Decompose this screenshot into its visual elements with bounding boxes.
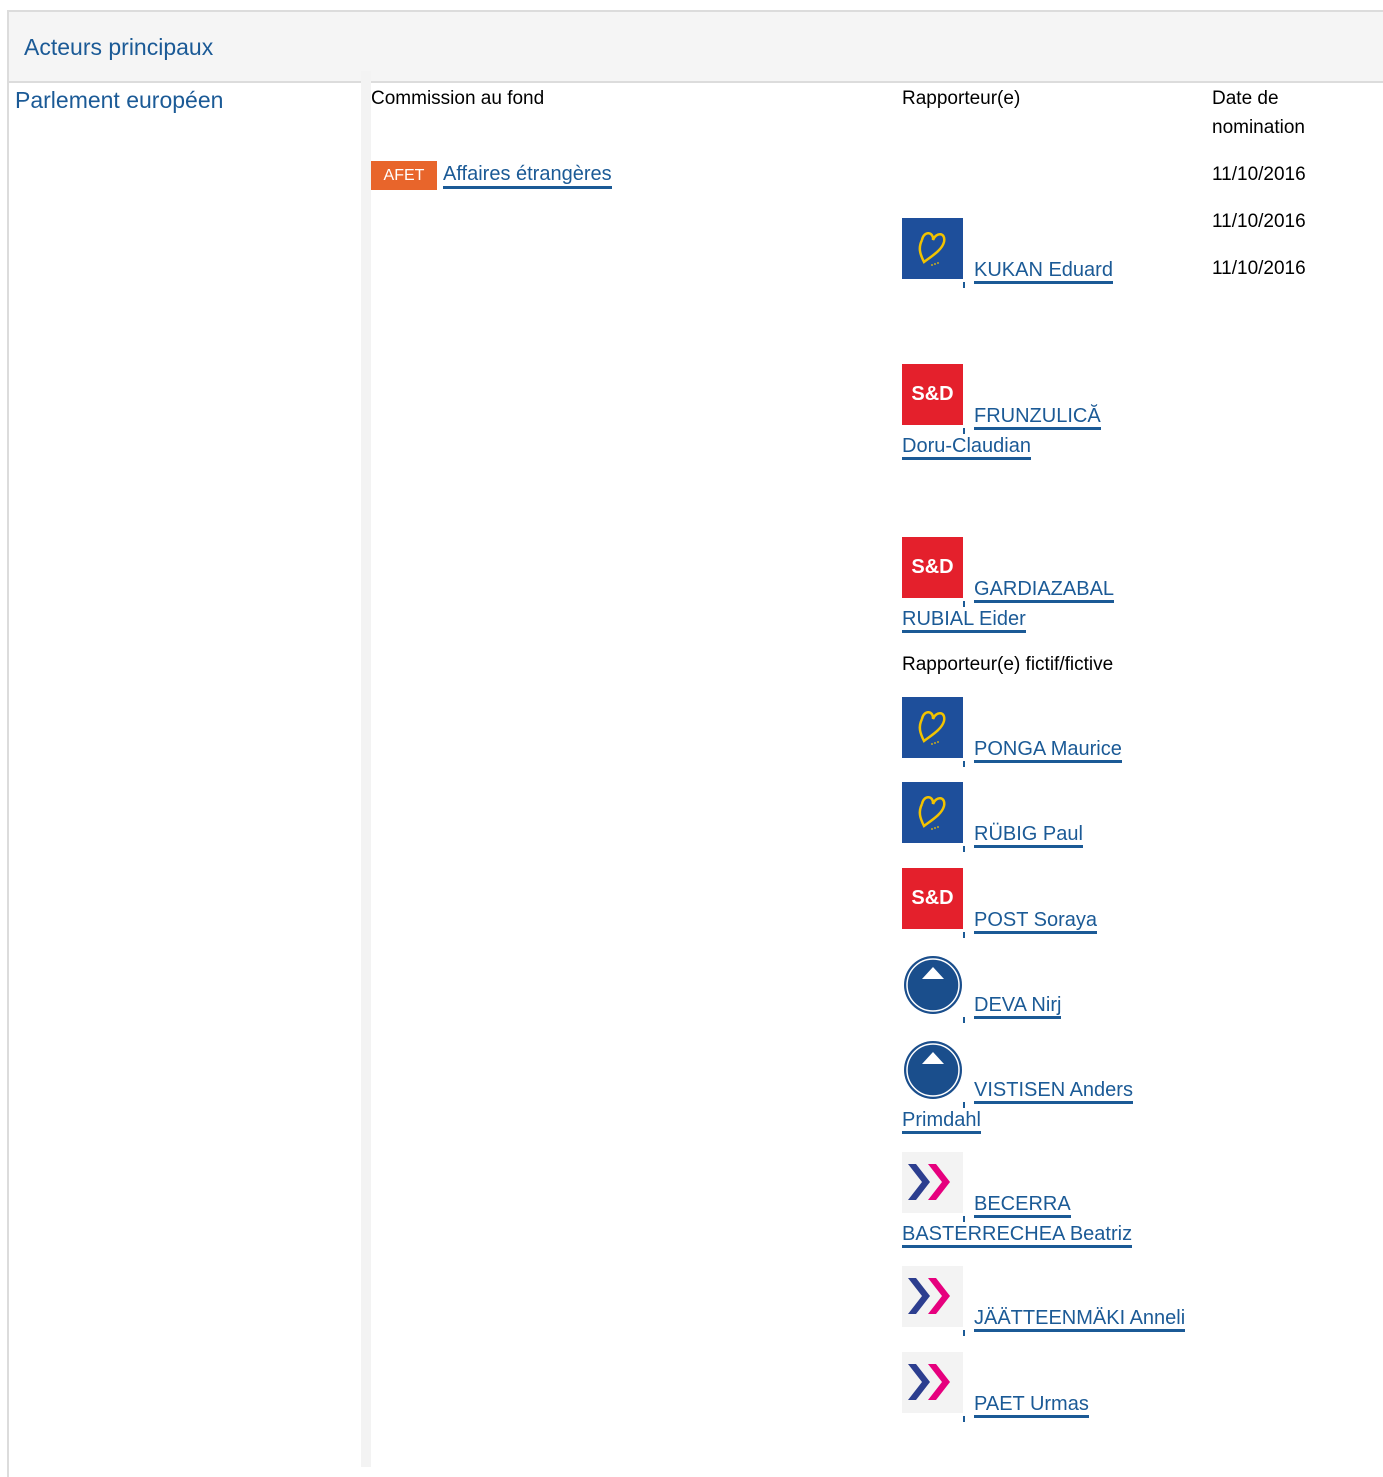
ecr-group-logo-icon	[902, 1038, 963, 1099]
epp-group-logo-icon	[902, 782, 963, 843]
member-name-line1[interactable]: BECERRA	[974, 1193, 1071, 1218]
member-name-link[interactable]: FRUNZULICĂ	[974, 401, 1101, 431]
shadow-rapporteur-5[interactable]: BECERRA BASTERRECHEA Beatriz	[902, 1152, 1212, 1248]
link-marker	[963, 1416, 965, 1422]
ecr-group-logo-icon	[902, 953, 963, 1014]
renew-group-logo-icon	[902, 1266, 963, 1327]
member-name-line1[interactable]: VISTISEN Anders	[974, 1079, 1133, 1104]
shadow-rapporteur-0[interactable]: PONGA Maurice	[902, 697, 1212, 787]
shadow-rapporteur-6[interactable]: JÄÄTTEENMÄKI Anneli	[902, 1266, 1212, 1356]
link-marker	[963, 932, 965, 938]
member-name-link[interactable]: POST Soraya	[974, 905, 1098, 935]
member-name-link[interactable]: DEVA Nirj	[974, 990, 1062, 1020]
epp-group-logo-icon	[902, 697, 963, 758]
shadow-rapporteur-header: Rapporteur(e) fictif/fictive	[902, 654, 1114, 675]
epp-group-logo-icon	[902, 218, 963, 279]
member-name-line1[interactable]: DEVA Nirj	[974, 994, 1062, 1019]
committee-name[interactable]: Affaires étrangères	[443, 163, 612, 189]
date-header-line1: Date de	[1212, 88, 1279, 109]
rapporteur-0[interactable]: KUKAN Eduard	[902, 218, 1212, 308]
member-name-link-cont[interactable]: Primdahl	[902, 1105, 981, 1135]
member-name-line1[interactable]: PONGA Maurice	[974, 738, 1122, 763]
member-name-link[interactable]: PAET Urmas	[974, 1389, 1089, 1419]
committee-code-badge: AFET	[371, 161, 437, 190]
rapporteur-header: Rapporteur(e)	[902, 88, 1021, 109]
institution-label: Parlement européen	[15, 87, 224, 113]
committee-header: Commission au fond	[371, 88, 545, 109]
member-name-link[interactable]: BECERRA	[974, 1189, 1071, 1219]
shadow-rapporteur-7[interactable]: PAET Urmas	[902, 1352, 1212, 1442]
rapporteur-1[interactable]: S&D FRUNZULICĂ Doru-Claudian	[902, 364, 1212, 460]
sd-group-logo-icon: S&D	[902, 537, 963, 598]
link-marker	[963, 846, 965, 852]
member-name-link-cont[interactable]: Doru-Claudian	[902, 431, 1031, 461]
member-name-link[interactable]: KUKAN Eduard	[974, 255, 1113, 285]
renew-group-logo-icon	[902, 1352, 963, 1413]
sd-group-logo-icon: S&D	[902, 868, 963, 929]
member-name-line1[interactable]: KUKAN Eduard	[974, 259, 1113, 284]
member-name-link-cont[interactable]: RUBIAL Eider	[902, 604, 1026, 634]
member-name-line1[interactable]: FRUNZULICĂ	[974, 405, 1101, 430]
rapporteur-2[interactable]: S&D GARDIAZABAL RUBIAL Eider	[902, 537, 1212, 633]
member-name-line2[interactable]: Primdahl	[902, 1109, 981, 1134]
member-name-line1[interactable]: RÜBIG Paul	[974, 823, 1083, 848]
shadow-rapporteur-2[interactable]: S&D POST Soraya	[902, 868, 1212, 958]
panel-header: Acteurs principaux	[9, 12, 1383, 83]
member-name-link-cont[interactable]: BASTERRECHEA Beatriz	[902, 1219, 1133, 1249]
shadow-rapporteur-1[interactable]: RÜBIG Paul	[902, 782, 1212, 872]
member-name-line1[interactable]: JÄÄTTEENMÄKI Anneli	[974, 1307, 1186, 1332]
date-1: 11/10/2016	[1212, 211, 1306, 232]
sd-group-logo-icon: S&D	[902, 364, 963, 425]
member-name-link[interactable]: PONGA Maurice	[974, 734, 1122, 764]
member-name-link[interactable]: RÜBIG Paul	[974, 819, 1083, 849]
date-2: 11/10/2016	[1212, 258, 1306, 279]
member-name-line1[interactable]: GARDIAZABAL	[974, 578, 1115, 603]
date-header-line2: nomination	[1212, 117, 1305, 138]
member-name-line1[interactable]: PAET Urmas	[974, 1393, 1089, 1418]
panel-title: Acteurs principaux	[24, 34, 214, 60]
renew-group-logo-icon	[902, 1152, 963, 1213]
member-name-line2[interactable]: Doru-Claudian	[902, 435, 1031, 460]
link-marker	[963, 1017, 965, 1023]
member-name-link[interactable]: VISTISEN Anders	[974, 1075, 1133, 1105]
link-marker	[963, 1330, 965, 1336]
committee-link[interactable]: Affaires étrangères	[443, 160, 612, 189]
date-0: 11/10/2016	[1212, 164, 1306, 185]
member-name-line2[interactable]: BASTERRECHEA Beatriz	[902, 1223, 1133, 1248]
member-name-line1[interactable]: POST Soraya	[974, 909, 1098, 934]
link-marker	[963, 282, 965, 288]
member-name-link[interactable]: GARDIAZABAL	[974, 574, 1115, 604]
link-marker	[963, 761, 965, 767]
column-divider	[361, 71, 371, 1467]
shadow-rapporteur-4[interactable]: VISTISEN Anders Primdahl	[902, 1038, 1212, 1134]
member-name-link[interactable]: JÄÄTTEENMÄKI Anneli	[974, 1303, 1186, 1333]
member-name-line2[interactable]: RUBIAL Eider	[902, 608, 1026, 633]
shadow-rapporteur-3[interactable]: DEVA Nirj	[902, 953, 1212, 1043]
